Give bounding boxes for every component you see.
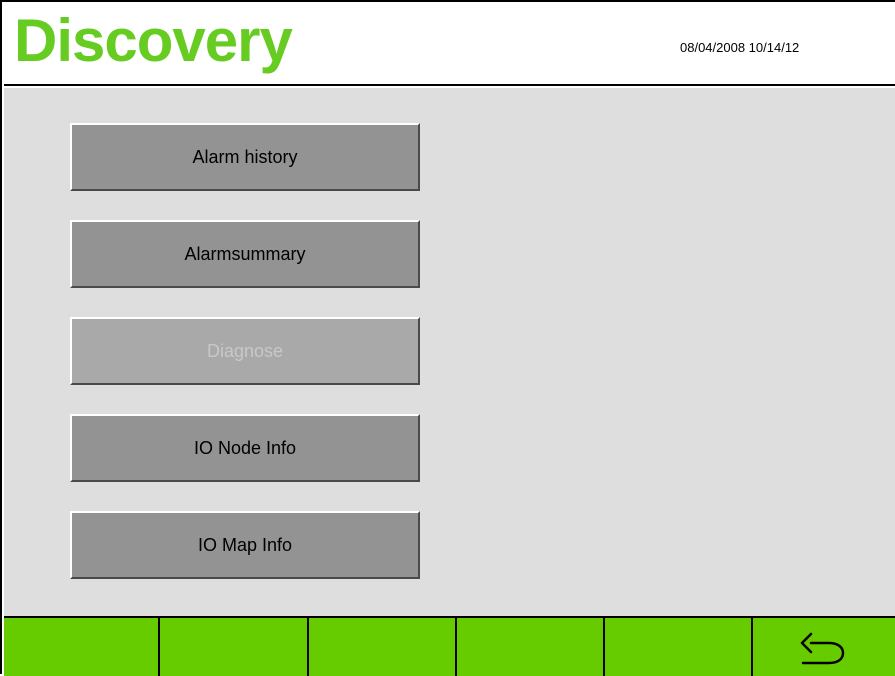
hmi-screen: Discovery 08/04/2008 10/14/12 Alarm hist… bbox=[0, 0, 895, 676]
back-button[interactable] bbox=[753, 618, 895, 676]
io-map-info-button[interactable]: IO Map Info bbox=[70, 511, 420, 579]
alarm-summary-button[interactable]: Alarmsummary bbox=[70, 220, 420, 288]
header-bar: Discovery 08/04/2008 10/14/12 bbox=[4, 4, 895, 86]
io-node-info-button[interactable]: IO Node Info bbox=[70, 414, 420, 482]
function-key-4[interactable] bbox=[457, 618, 605, 676]
back-arrow-icon bbox=[800, 632, 845, 665]
function-key-5[interactable] bbox=[605, 618, 753, 676]
main-panel: Alarm history Alarmsummary Diagnose IO N… bbox=[4, 88, 895, 616]
datetime-display: 08/04/2008 10/14/12 bbox=[680, 40, 800, 55]
function-key-2[interactable] bbox=[160, 618, 309, 676]
page-title: Discovery bbox=[14, 7, 293, 74]
diagnose-button: Diagnose bbox=[70, 317, 420, 385]
function-key-3[interactable] bbox=[309, 618, 457, 676]
function-key-1[interactable] bbox=[4, 618, 160, 676]
function-key-bar bbox=[4, 616, 895, 676]
alarm-history-button[interactable]: Alarm history bbox=[70, 123, 420, 191]
